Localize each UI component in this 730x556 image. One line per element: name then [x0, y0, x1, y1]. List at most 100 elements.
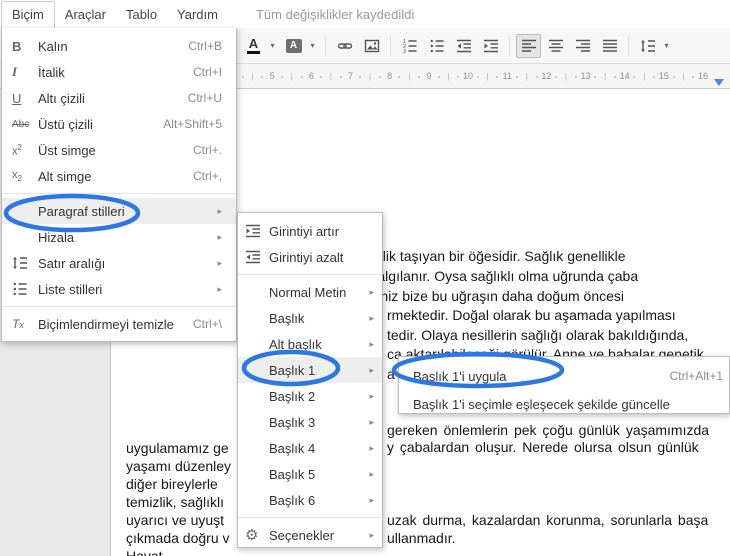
indent-icon	[245, 223, 269, 239]
bullet-list-button[interactable]	[424, 34, 449, 58]
highlight-color-dropdown-caret[interactable]: ▾	[307, 34, 318, 58]
submenu-arrow-icon: ▸	[369, 494, 374, 505]
ruler-dot	[535, 76, 538, 78]
heading1-menu-item-başlık-1-i-seçimle-eşleşecek-şekilde-güncelle[interactable]: Başlık 1'i seçimle eşleşecek şekilde gün…	[399, 390, 729, 418]
ruler-dot	[437, 76, 440, 78]
menu-item-label: Başlık 1	[269, 362, 316, 378]
styles-menu-item-girintiyi-azalt[interactable]: Girintiyi azalt	[238, 244, 382, 270]
svg-text:3: 3	[403, 49, 406, 54]
text-color-button[interactable]: A	[241, 34, 266, 58]
align-center-button[interactable]	[543, 34, 568, 58]
line-spacing-icon	[12, 255, 38, 271]
menubar-item-araçlar[interactable]: Araçlar	[55, 1, 116, 28]
ruler-tick: |	[408, 72, 411, 81]
highlight-color-button[interactable]: A	[281, 34, 306, 58]
ruler-number: 8	[387, 71, 393, 81]
ruler-dot	[457, 76, 460, 78]
format-menu-panel: B Kalın Ctrl+B I İtalik Ctrl+I U Altı çizili Ctr…	[1, 28, 237, 342]
menu-item-label: Başlık 1'i seçimle eşleşecek şekilde gün…	[413, 396, 670, 412]
ruler-dot	[515, 76, 518, 78]
underline-icon: U	[12, 90, 22, 106]
format-menu-item-paragraf-stilleri[interactable]: Paragraf stilleri ▸	[2, 198, 236, 224]
ruler-dot	[320, 76, 323, 78]
styles-menu-item-normal-metin[interactable]: Normal Metin ▸	[238, 279, 382, 305]
format-menu-item-liste-stilleri[interactable]: Liste stilleri ▸	[2, 276, 236, 302]
toolbar-separator	[390, 35, 391, 56]
ruler-number: 11	[502, 71, 512, 81]
line-spacing-button[interactable]	[635, 34, 660, 58]
outdent-button[interactable]	[451, 34, 476, 58]
submenu-arrow-icon: ▸	[369, 364, 374, 375]
ruler-dot	[613, 76, 616, 78]
menubar-item-yardım[interactable]: Yardım	[167, 1, 228, 28]
line-spacing-dropdown-caret[interactable]: ▾	[661, 34, 672, 58]
align-right-button[interactable]	[570, 34, 595, 58]
align-left-button[interactable]	[516, 33, 541, 58]
menubar-item-tablo[interactable]: Tablo	[116, 1, 167, 28]
ruler-tick: |	[604, 72, 607, 81]
menu-item-label: Girintiyi artır	[269, 223, 340, 239]
subscript-icon: x2	[12, 168, 22, 184]
text-color-dropdown-caret[interactable]: ▾	[267, 34, 278, 58]
ruler-dot	[339, 76, 342, 78]
document-text-line: temizlik, sağlıklı	[126, 494, 225, 510]
styles-menu-item-başlık-6[interactable]: Başlık 6 ▸	[238, 487, 382, 513]
ruler-dot	[555, 76, 558, 78]
format-menu-item-altı-çizili[interactable]: U Altı çizili Ctrl+U	[2, 85, 236, 111]
toolbar-separator	[325, 35, 326, 56]
format-menu-item-biçimlendirmeyi-temizle[interactable]: Tx Biçimlendirmeyi temizle Ctrl+\	[2, 311, 236, 337]
gear-icon: ⚙	[245, 527, 259, 544]
format-menu-item-hizala[interactable]: Hizala ▸	[2, 224, 236, 250]
insert-link-button[interactable]	[332, 34, 357, 58]
menu-separator	[238, 274, 382, 275]
menubar-item-biçim[interactable]: Biçim	[1, 0, 55, 28]
ruler-tick: |	[486, 72, 489, 81]
ruler-dot	[280, 76, 283, 78]
right-indent-marker[interactable]	[714, 79, 724, 86]
styles-menu-item-başlık[interactable]: Başlık ▸	[238, 305, 382, 331]
numbered-list-button[interactable]: 123	[397, 34, 422, 58]
ruler-number: 15	[658, 71, 669, 81]
format-menu-item-satır-aralığı[interactable]: Satır aralığı ▸	[2, 250, 236, 276]
format-menu-item-üst-simge[interactable]: x2 Üst simge Ctrl+.	[2, 137, 236, 163]
ruler-number: 14	[619, 71, 630, 81]
insert-image-button[interactable]	[359, 34, 384, 58]
document-text-line: ullanmadır.	[387, 530, 456, 546]
styles-menu-item-girintiyi-artır[interactable]: Girintiyi artır	[238, 218, 382, 244]
menu-item-label: Başlık 6	[269, 492, 316, 508]
toolbar-separator	[509, 35, 510, 56]
styles-menu-item-alt-başlık[interactable]: Alt başlık ▸	[238, 331, 382, 357]
submenu-arrow-icon: ▸	[369, 286, 374, 297]
format-menu-item-alt-simge[interactable]: x2 Alt simge Ctrl+,	[2, 163, 236, 189]
styles-menu-item-başlık-1[interactable]: Başlık 1 ▸	[238, 357, 382, 383]
strikethrough-icon: Abc	[12, 118, 30, 130]
ruler-dot	[633, 76, 636, 78]
justify-button[interactable]	[597, 34, 622, 58]
google-docs-window: Biçim Araçlar Tablo Yardım Tüm değişiklikler…	[0, 0, 730, 556]
format-menu-item-kalın[interactable]: B Kalın Ctrl+B	[2, 33, 236, 59]
ruler-tick: |	[290, 72, 293, 81]
clear-formatting-icon: Tx	[12, 317, 24, 331]
format-menu-item-üstü-çizili[interactable]: Abc Üstü çizili Alt+Shift+5	[2, 111, 236, 137]
align-left-icon	[521, 38, 537, 54]
indent-button[interactable]	[478, 34, 503, 58]
ruler-tick: |	[251, 72, 254, 81]
align-justify-icon	[602, 38, 618, 54]
numbered-list-icon: 123	[402, 38, 418, 54]
toolbar-separator	[628, 35, 629, 56]
ruler-dot	[300, 76, 303, 78]
heading1-menu-item-başlık-1-i-uygula[interactable]: Başlık 1'i uygula Ctrl+Alt+1	[399, 362, 729, 390]
format-menu-item-i-talik[interactable]: I İtalik Ctrl+I	[2, 59, 236, 85]
styles-menu-item-seçenekler[interactable]: ⚙ Seçenekler ▸	[238, 522, 382, 548]
ruler-dot	[692, 76, 695, 78]
ruler-tick: |	[564, 72, 567, 81]
menu-item-label: Normal Metin	[269, 284, 347, 300]
styles-menu-item-başlık-5[interactable]: Başlık 5 ▸	[238, 461, 382, 487]
menu-separator	[2, 306, 236, 307]
styles-menu-item-başlık-3[interactable]: Başlık 3 ▸	[238, 409, 382, 435]
styles-menu-item-başlık-2[interactable]: Başlık 2 ▸	[238, 383, 382, 409]
menu-item-shortcut: Ctrl+U	[187, 91, 222, 105]
ruler-dot	[496, 76, 499, 78]
styles-menu-item-başlık-4[interactable]: Başlık 4 ▸	[238, 435, 382, 461]
ruler-dot	[378, 76, 381, 78]
